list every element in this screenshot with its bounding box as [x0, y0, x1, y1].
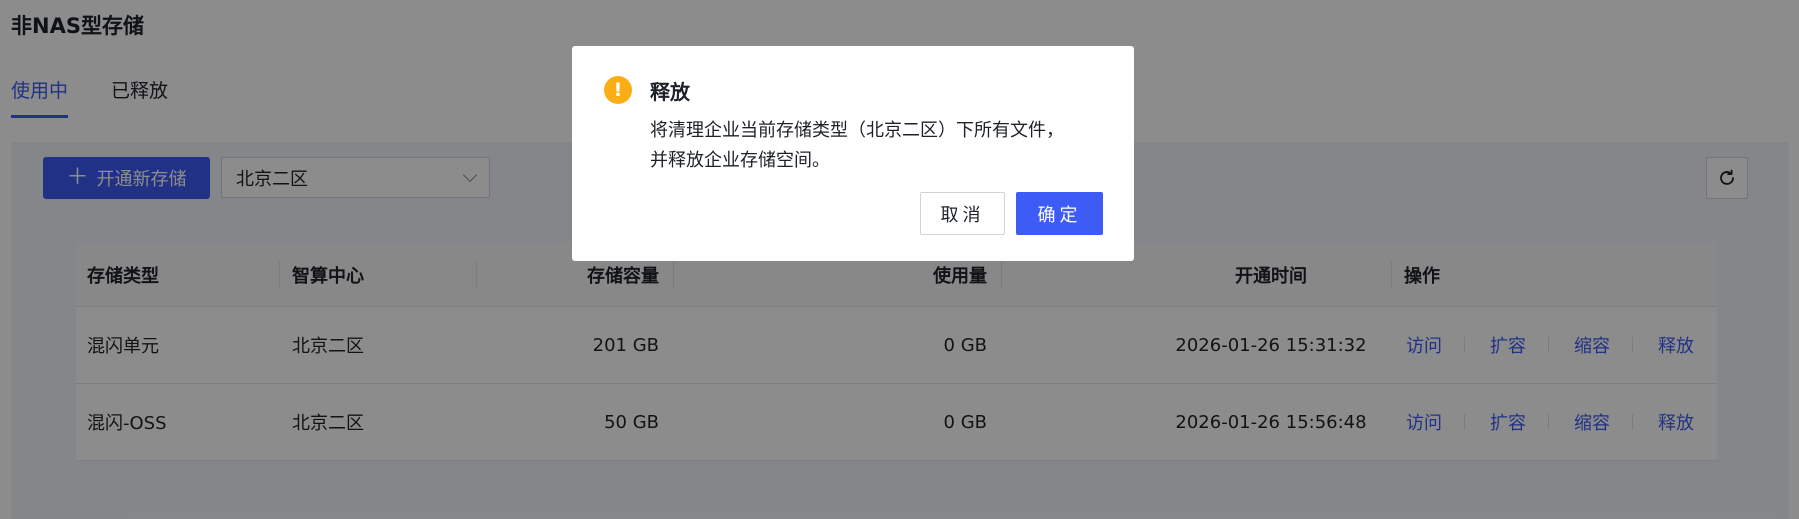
dialog-message: 将清理企业当前存储类型（北京二区）下所有文件， 并释放企业存储空间。	[650, 116, 1090, 176]
dialog-message-line: 将清理企业当前存储类型（北京二区）下所有文件，	[650, 120, 1064, 141]
warning-icon: !	[604, 76, 632, 104]
confirm-button[interactable]: 确定	[1016, 192, 1103, 235]
dialog-title: 释放	[650, 80, 690, 104]
release-dialog: ! 释放 将清理企业当前存储类型（北京二区）下所有文件， 并释放企业存储空间。 …	[572, 46, 1134, 261]
cancel-button[interactable]: 取消	[920, 192, 1005, 235]
dialog-message-line: 并释放企业存储空间。	[650, 150, 830, 171]
